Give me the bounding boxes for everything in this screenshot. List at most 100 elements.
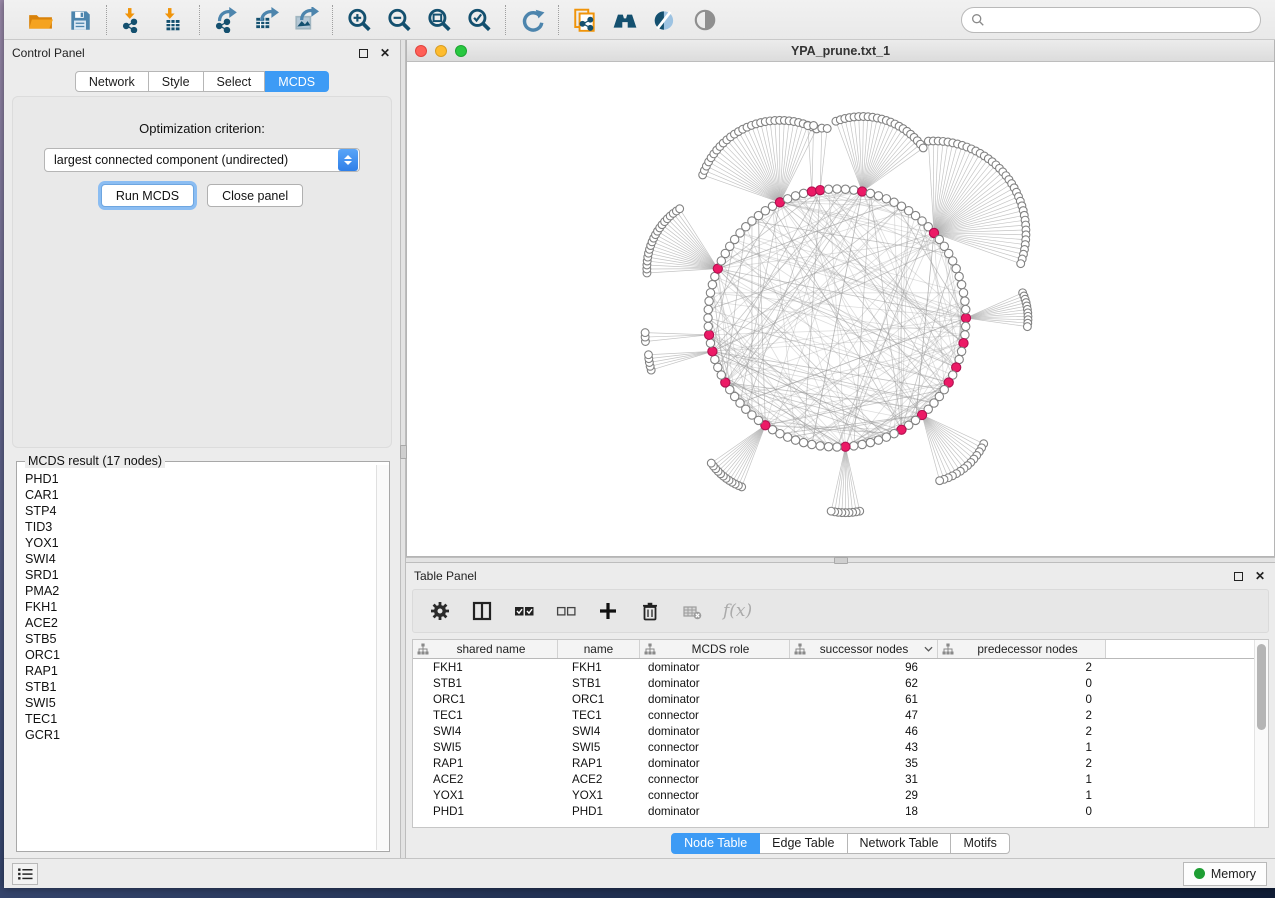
splitter-handle-h[interactable] [834,557,848,564]
scrollbar-thumb[interactable] [1257,644,1266,730]
column-header-MCDS-role[interactable]: MCDS role [640,640,790,658]
ring-node[interactable] [799,438,807,446]
mcds-node-item[interactable]: TEC1 [25,711,376,727]
satellite-node[interactable] [810,122,818,130]
minimize-window-icon[interactable] [435,45,447,57]
column-header-predecessor-nodes[interactable]: predecessor nodes [938,640,1106,658]
splitter-handle[interactable] [400,445,407,459]
satellite-node[interactable] [936,477,944,485]
run-mcds-button[interactable]: Run MCDS [101,184,194,207]
tab-network-table[interactable]: Network Table [848,833,952,854]
show-panels-button[interactable] [12,863,38,885]
tab-style[interactable]: Style [149,71,204,92]
mcds-node-item[interactable]: SWI4 [25,551,376,567]
tab-edge-table[interactable]: Edge Table [760,833,847,854]
ring-node[interactable] [961,331,969,339]
mcds-node-item[interactable]: PHD1 [25,471,376,487]
mcds-node-item[interactable]: RAP1 [25,663,376,679]
mcds-hub-node[interactable] [858,187,867,196]
table-row[interactable]: ORC1ORC1dominator610 [413,691,1254,707]
mcds-node-item[interactable]: GCR1 [25,727,376,743]
ring-node[interactable] [704,305,712,313]
mcds-hub-node[interactable] [708,347,717,356]
network-window-titlebar[interactable]: YPA_prune.txt_1 [407,40,1274,62]
hide-graphics-details-icon[interactable] [651,6,679,34]
ring-node[interactable] [957,280,965,288]
mcds-hub-node[interactable] [841,442,850,451]
ring-node[interactable] [791,192,799,200]
horizontal-splitter[interactable] [406,557,1275,563]
table-row[interactable]: STB1STB1dominator620 [413,675,1254,691]
ring-node[interactable] [704,314,712,322]
ring-node[interactable] [824,443,832,451]
deselect-all-icon[interactable] [555,598,577,624]
ring-node[interactable] [858,440,866,448]
mcds-node-item[interactable]: SWI5 [25,695,376,711]
ring-node[interactable] [955,272,963,280]
mcds-hub-node[interactable] [816,186,825,195]
ring-node[interactable] [874,192,882,200]
import-table-icon[interactable] [159,6,187,34]
zoom-out-icon[interactable] [385,6,413,34]
mcds-node-item[interactable]: FKH1 [25,599,376,615]
satellite-node[interactable] [645,351,653,359]
ring-node[interactable] [952,264,960,272]
mcds-node-item[interactable]: ACE2 [25,615,376,631]
zoom-window-icon[interactable] [455,45,467,57]
ring-node[interactable] [791,436,799,444]
tab-mcds[interactable]: MCDS [265,71,329,92]
satellite-node[interactable] [823,125,831,133]
mcds-list-scrollbar[interactable] [376,465,389,850]
table-row[interactable]: PHD1PHD1dominator180 [413,803,1254,819]
zoom-in-icon[interactable] [345,6,373,34]
show-graphics-details-icon[interactable] [691,6,719,34]
ring-node[interactable] [850,186,858,194]
mcds-node-item[interactable]: ORC1 [25,647,376,663]
tab-network[interactable]: Network [75,71,149,92]
ring-node[interactable] [783,195,791,203]
mcds-hub-node[interactable] [961,313,970,322]
ring-node[interactable] [708,280,716,288]
satellite-node[interactable] [1017,260,1025,268]
refresh-icon[interactable] [518,6,546,34]
mcds-node-item[interactable]: STB1 [25,679,376,695]
ring-node[interactable] [874,436,882,444]
ring-node[interactable] [816,442,824,450]
network-graph[interactable] [407,62,1272,556]
tab-node-table[interactable]: Node Table [671,833,760,854]
ring-node[interactable] [714,363,722,371]
mcds-hub-node[interactable] [959,339,968,348]
network-snapshot-icon[interactable] [571,6,599,34]
ring-node[interactable] [705,297,713,305]
memory-button[interactable]: Memory [1183,862,1267,886]
table-row[interactable]: RAP1RAP1dominator352 [413,755,1254,771]
ring-node[interactable] [962,322,970,330]
float-panel-button[interactable] [356,46,370,60]
ring-node[interactable] [882,433,890,441]
ring-node[interactable] [808,440,816,448]
satellite-node[interactable] [707,459,715,467]
import-network-icon[interactable] [119,6,147,34]
tab-motifs[interactable]: Motifs [951,833,1009,854]
ring-node[interactable] [717,371,725,379]
table-row[interactable]: YOX1YOX1connector291 [413,787,1254,803]
mcds-node-item[interactable]: TID3 [25,519,376,535]
mcds-node-item[interactable]: STB5 [25,631,376,647]
close-panel-button[interactable]: ✕ [378,46,392,60]
mcds-node-item[interactable]: PMA2 [25,583,376,599]
ring-node[interactable] [706,289,714,297]
table-row[interactable]: TEC1TEC1connector472 [413,707,1254,723]
select-all-icon[interactable] [513,598,535,624]
satellite-node[interactable] [1023,323,1031,331]
ring-node[interactable] [948,257,956,265]
column-header-name[interactable]: name [558,640,640,658]
network-canvas[interactable] [407,62,1274,556]
ring-node[interactable] [783,433,791,441]
search-input[interactable] [991,13,1251,27]
ring-node[interactable] [841,185,849,193]
ring-node[interactable] [866,438,874,446]
close-panel-button-2[interactable]: Close panel [207,184,303,207]
close-window-icon[interactable] [415,45,427,57]
ring-node[interactable] [962,305,970,313]
satellite-node[interactable] [676,205,684,213]
